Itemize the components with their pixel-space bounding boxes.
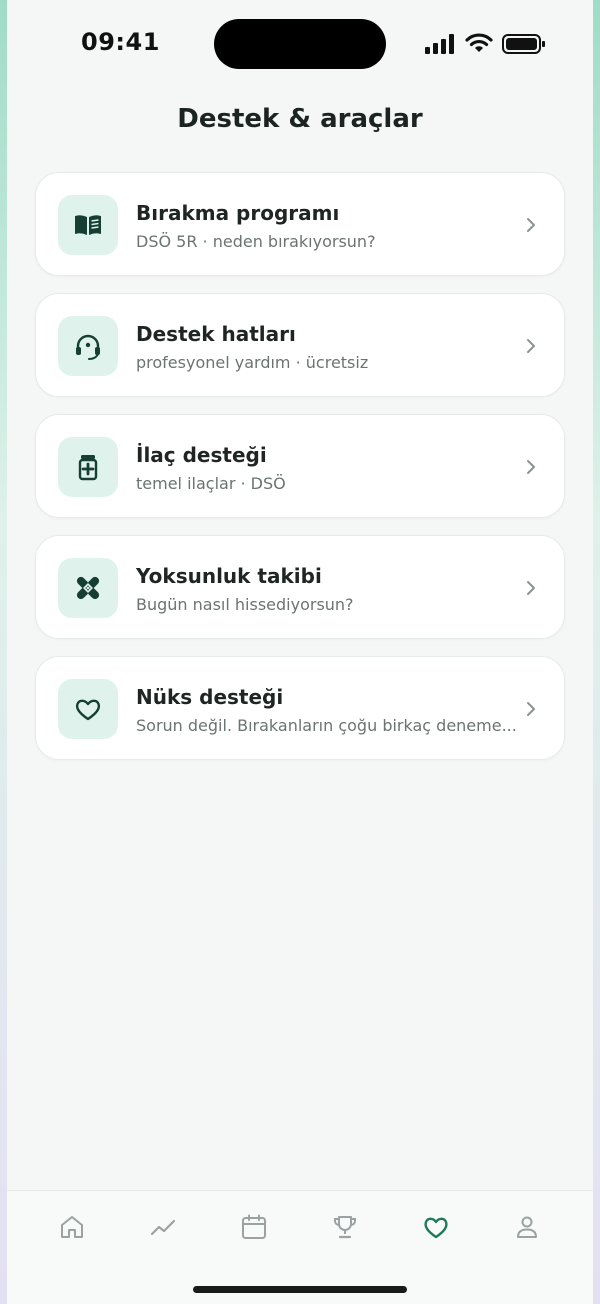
page-title: Destek & araçlar <box>177 104 423 134</box>
card-icon-tile <box>58 558 118 618</box>
bandage-icon <box>76 576 100 600</box>
trend-icon <box>150 1219 176 1236</box>
tab-support[interactable] <box>416 1207 456 1247</box>
card-title: Bırakma programı <box>136 201 340 225</box>
card-title: İlaç desteği <box>136 443 267 467</box>
chevron-right-icon <box>527 339 535 353</box>
home-indicator <box>193 1286 407 1293</box>
wifi-icon <box>465 33 493 52</box>
tab-home[interactable] <box>52 1207 92 1247</box>
status-time: 09:41 <box>81 28 160 56</box>
chevron-right-icon <box>527 460 535 474</box>
cellular-signal-icon <box>425 34 454 54</box>
home-icon <box>61 1216 83 1238</box>
card-withdrawal-tracker[interactable]: Yoksunluk takibi Bugün nasıl hissediyors… <box>35 535 565 639</box>
card-medication-support[interactable]: İlaç desteği temel ilaçlar · DSÖ <box>35 414 565 518</box>
tab-progress[interactable] <box>143 1207 183 1247</box>
tab-calendar[interactable] <box>234 1207 274 1247</box>
heart-icon <box>424 1217 448 1239</box>
card-relapse-support[interactable]: Nüks desteği Sorun değil. Bırakanların ç… <box>35 656 565 760</box>
card-subtitle: profesyonel yardım · ücretsiz <box>136 353 369 372</box>
status-bar: 09:41 <box>7 0 593 90</box>
card-title: Nüks desteği <box>136 685 284 709</box>
trophy-icon <box>334 1216 356 1239</box>
card-icon-tile <box>58 437 118 497</box>
medicine-icon <box>78 455 98 481</box>
chevron-right-icon <box>527 581 535 595</box>
chevron-right-icon <box>527 702 535 716</box>
card-support-lines[interactable]: Destek hatları profesyonel yardım · ücre… <box>35 293 565 397</box>
dynamic-island <box>214 19 386 69</box>
card-subtitle: DSÖ 5R · neden bırakıyorsun? <box>136 232 376 251</box>
calendar-icon <box>242 1214 266 1239</box>
card-icon-tile <box>58 195 118 255</box>
chevron-right-icon <box>527 218 535 232</box>
card-subtitle: temel ilaçlar · DSÖ <box>136 474 286 493</box>
card-title: Destek hatları <box>136 322 296 346</box>
phone-screen: 09:41 Destek & araçlar Bırakma programı … <box>7 0 593 1304</box>
book-icon <box>75 215 101 235</box>
tab-profile[interactable] <box>507 1207 547 1247</box>
support-tools-list: Bırakma programı DSÖ 5R · neden bırakıyo… <box>35 172 565 777</box>
card-subtitle: Sorun değil. Bırakanların çoğu birkaç de… <box>136 716 517 735</box>
heart-icon <box>75 699 101 721</box>
card-title: Yoksunluk takibi <box>136 564 322 588</box>
card-subtitle: Bugün nasıl hissediyorsun? <box>136 595 354 614</box>
card-icon-tile <box>58 316 118 376</box>
headset-icon <box>76 334 100 360</box>
profile-icon <box>517 1216 537 1238</box>
card-icon-tile <box>58 679 118 739</box>
battery-icon <box>502 34 545 54</box>
tab-achievements[interactable] <box>325 1207 365 1247</box>
card-quit-program[interactable]: Bırakma programı DSÖ 5R · neden bırakıyo… <box>35 172 565 276</box>
